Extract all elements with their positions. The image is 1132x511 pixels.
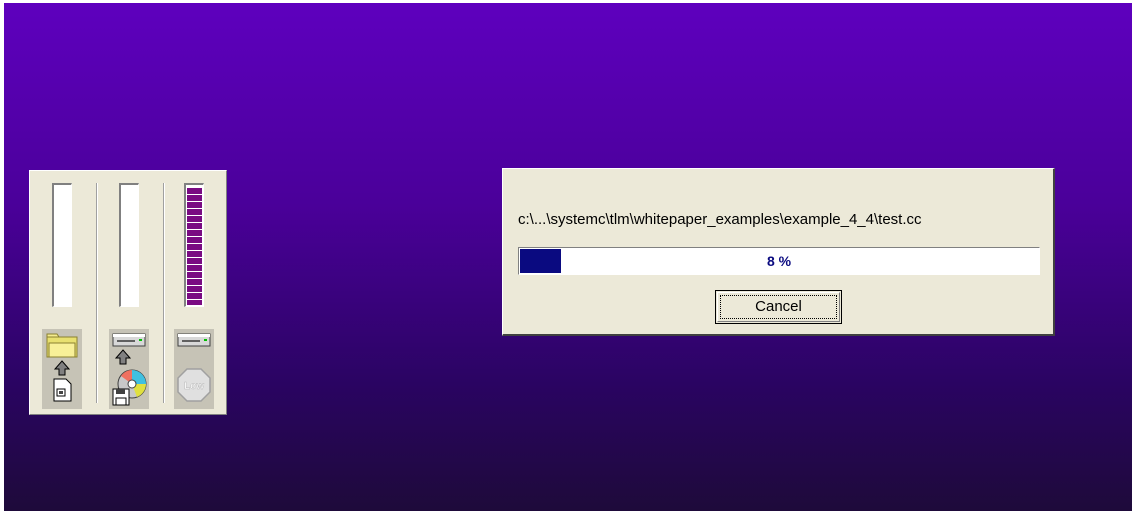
low-stop-sign-icon: Low <box>177 368 211 402</box>
low-badge-text: Low <box>184 381 204 392</box>
status-meters-panel: Low <box>29 170 227 415</box>
current-file-path: c:\...\systemc\tlm\whitepaper_examples\e… <box>518 211 922 228</box>
meter-divider <box>163 183 165 403</box>
up-arrow-icon <box>53 360 71 376</box>
write-meter-icon <box>109 329 149 409</box>
cancel-button[interactable]: Cancel <box>715 290 842 324</box>
disk-space-meter-gauge <box>184 183 204 307</box>
read-meter-gauge <box>52 183 72 307</box>
floppy-icon <box>112 388 130 406</box>
drive-icon <box>177 333 211 347</box>
cancel-button-label: Cancel <box>720 295 837 319</box>
up-arrow-icon <box>114 349 132 365</box>
meter-divider <box>96 183 98 403</box>
progress-bar: 8 % <box>518 247 1040 275</box>
write-meter-gauge <box>119 183 139 307</box>
folder-icon <box>46 333 78 358</box>
disk-space-meter-fill <box>187 188 202 305</box>
progress-percent-label: 8 % <box>766 253 792 269</box>
disk-space-meter-icon: Low <box>174 329 214 409</box>
document-icon <box>53 378 72 402</box>
read-meter-icon <box>42 329 82 409</box>
progress-dialog: c:\...\systemc\tlm\whitepaper_examples\e… <box>502 168 1055 336</box>
drive-icon <box>112 333 146 347</box>
